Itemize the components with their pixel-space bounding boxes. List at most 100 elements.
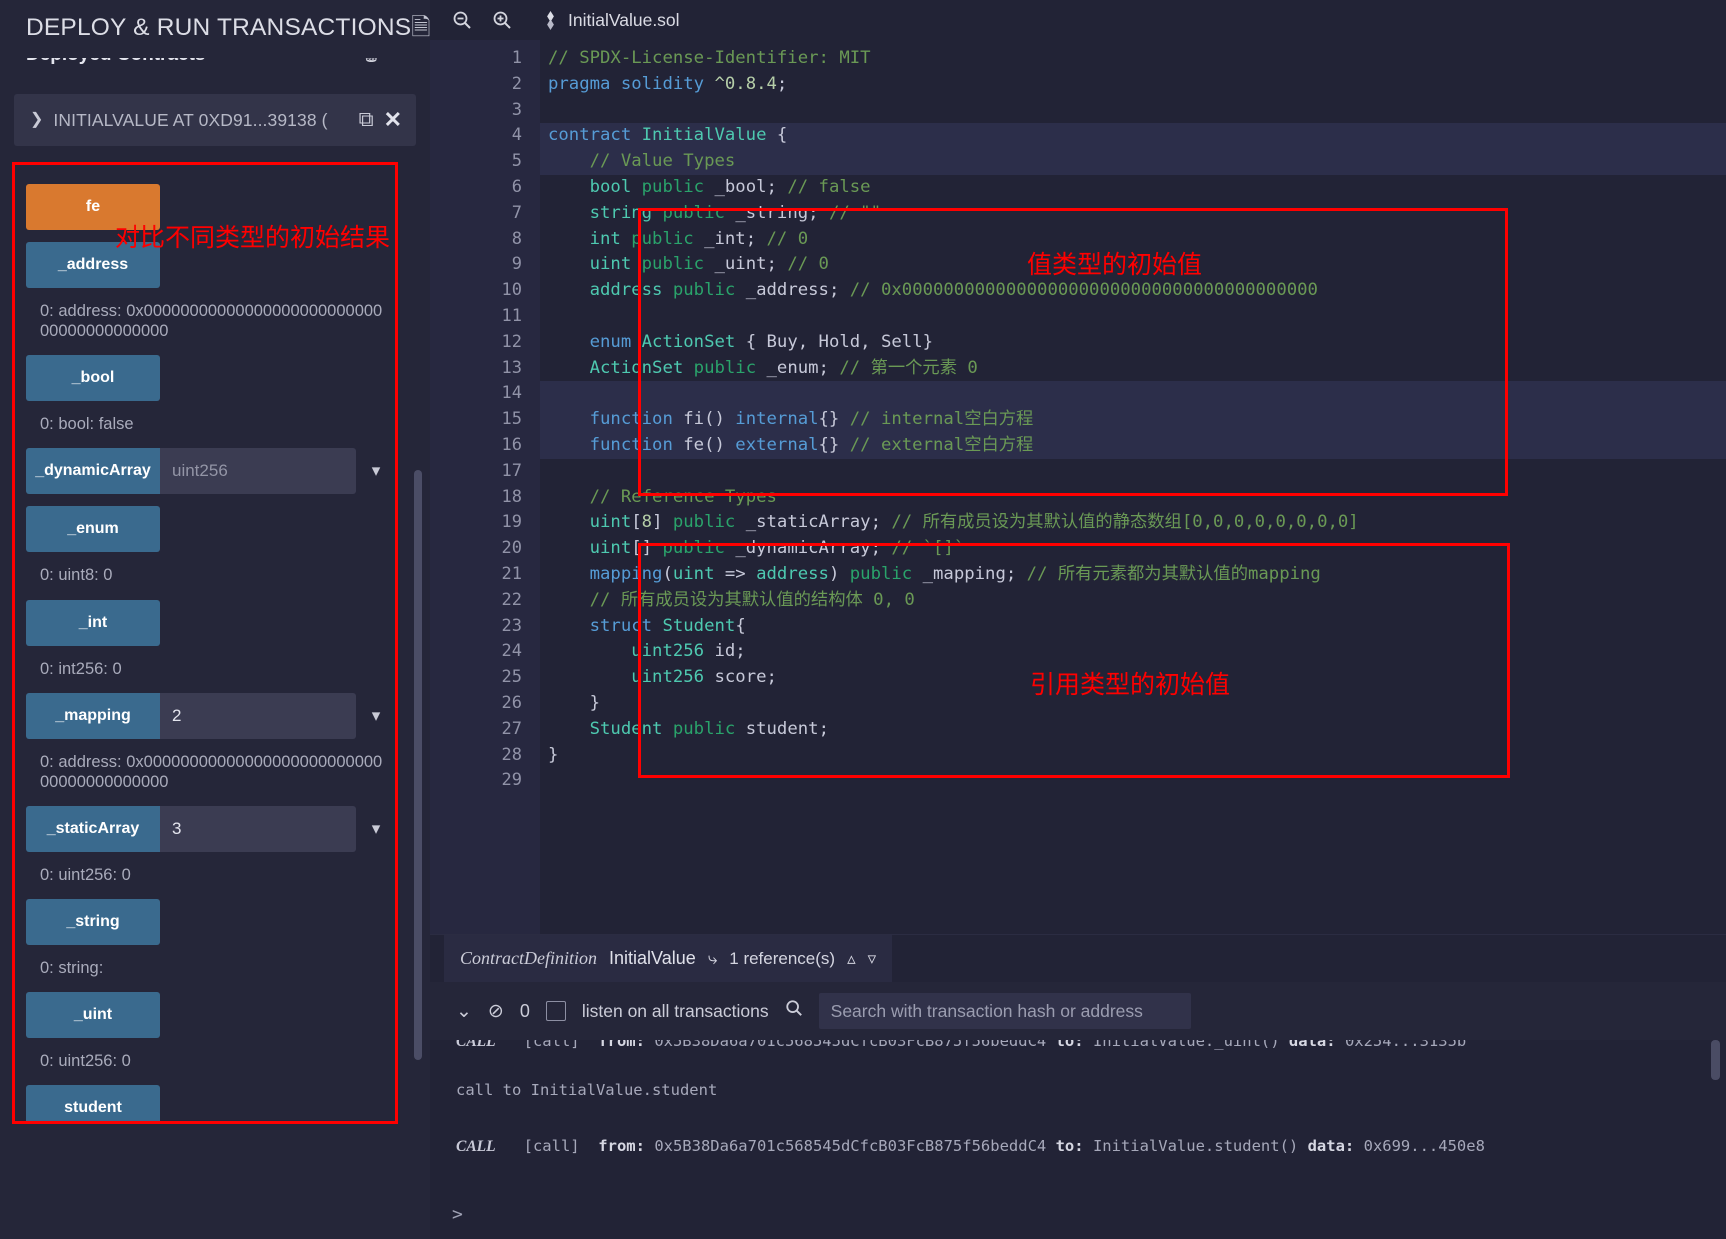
code-line[interactable]: address public _address; // 0x0000000000… <box>540 278 1726 304</box>
function-button-_uint[interactable]: _uint <box>26 992 160 1038</box>
solidity-icon <box>542 11 559 30</box>
code-line[interactable]: struct Student{ <box>540 614 1726 640</box>
terminal-toolbar: ⌄ ⊘ 0 listen on all transactions <box>430 982 1726 1040</box>
line-number: 23 <box>430 614 540 640</box>
code-line[interactable] <box>540 98 1726 124</box>
code-line[interactable]: ActionSet public _enum; // 第一个元素 0 <box>540 356 1726 382</box>
ban-icon[interactable]: ⊘ <box>488 1000 504 1023</box>
tab-initialvalue-sol[interactable]: InitialValue.sol <box>524 0 696 40</box>
function-result: 0: uint8: 0 <box>26 552 386 599</box>
deployed-contract-row[interactable]: ❯ INITIALVALUE AT 0XD91...39138 ( ⧉ ✕ <box>14 94 416 146</box>
terminal-scrollbar[interactable] <box>1711 1040 1720 1080</box>
copy-icon[interactable]: ⧉ <box>359 108 374 132</box>
code-line[interactable]: string public _string; // "" <box>540 201 1726 227</box>
code-line[interactable]: uint[8] public _staticArray; // 所有成员设为其默… <box>540 510 1726 536</box>
line-number: 11 <box>430 304 540 330</box>
function-result: 0: bool: false <box>26 401 386 448</box>
code-line[interactable]: } <box>540 691 1726 717</box>
zoom-out-icon[interactable] <box>444 3 480 37</box>
code-content[interactable]: 值类型的初始值 引用类型的初始值 // SPDX-License-Identif… <box>540 40 1726 934</box>
code-line[interactable]: // SPDX-License-Identifier: MIT <box>540 46 1726 72</box>
panel-scrollbar[interactable] <box>414 470 422 1060</box>
function-input-_dynamicArray[interactable] <box>160 448 356 494</box>
chevron-down-icon[interactable]: ▾ <box>356 693 396 739</box>
function-button-_dynamicArray[interactable]: _dynamicArray <box>26 448 160 494</box>
function-button-_staticArray[interactable]: _staticArray <box>26 806 160 852</box>
arrow-redo-icon[interactable]: ⤷ <box>708 949 718 969</box>
book-icon[interactable]: 🗎 <box>411 16 430 40</box>
chevron-down-icon[interactable]: ▿ <box>868 949 877 969</box>
code-line[interactable]: bool public _bool; // false <box>540 175 1726 201</box>
code-line[interactable] <box>540 768 1726 794</box>
terminal-prompt[interactable]: > <box>452 1204 463 1225</box>
zoom-in-icon[interactable] <box>484 3 520 37</box>
line-number: 12 <box>430 330 540 356</box>
function-row: _bool <box>26 355 398 401</box>
function-button-fe[interactable]: fe <box>26 184 160 230</box>
code-line[interactable]: uint256 score; <box>540 665 1726 691</box>
terminal-log-line: CALL [call] from: 0x5B38Da6a701c568545dC… <box>456 1040 1485 1051</box>
line-number: 8 <box>430 227 540 253</box>
chevron-down-icon[interactable]: ❯ <box>30 112 43 128</box>
chevron-down-icon[interactable]: ▾ <box>356 806 396 852</box>
function-button-_int[interactable]: _int <box>26 600 160 646</box>
code-line[interactable]: pragma solidity ^0.8.4; <box>540 72 1726 98</box>
line-number: 28 <box>430 743 540 769</box>
function-button-_address[interactable]: _address <box>26 242 160 288</box>
code-line[interactable]: int public _int; // 0 <box>540 227 1726 253</box>
function-input-_staticArray[interactable] <box>160 806 356 852</box>
function-result: 0: address: 0x00000000000000000000000000… <box>26 288 386 355</box>
references-count: 1 reference(s) <box>729 949 835 969</box>
function-result: 0: int256: 0 <box>26 646 386 693</box>
transaction-search-input[interactable] <box>819 993 1191 1029</box>
close-icon[interactable]: ✕ <box>384 107 402 133</box>
code-line[interactable]: } <box>540 743 1726 769</box>
definition-info: ContractDefinition InitialValue ⤷ 1 refe… <box>444 935 892 983</box>
code-line[interactable]: contract InitialValue { <box>540 123 1726 149</box>
code-line[interactable]: // Value Types <box>540 149 1726 175</box>
code-line[interactable]: // 所有成员设为其默认值的结构体 0, 0 <box>540 588 1726 614</box>
deployed-contracts-label: Deployed Contracts <box>26 58 205 66</box>
search-icon[interactable] <box>785 999 803 1023</box>
function-row: _mapping ▾ <box>26 693 398 739</box>
function-button-_mapping[interactable]: _mapping <box>26 693 160 739</box>
chevron-up-icon[interactable]: ▵ <box>847 949 856 969</box>
function-input-_mapping[interactable] <box>160 693 356 739</box>
code-line[interactable] <box>540 381 1726 407</box>
pending-count: 0 <box>520 1001 530 1022</box>
line-number: 25 <box>430 665 540 691</box>
line-number: 16 <box>430 433 540 459</box>
listen-all-transactions-checkbox[interactable] <box>546 1001 566 1021</box>
terminal-log-line: CALL [call] from: 0x5B38Da6a701c568545dC… <box>456 1137 1485 1156</box>
terminal-log[interactable]: CALL [call] from: 0x5B38Da6a701c568545dC… <box>430 1040 1726 1239</box>
trash-icon[interactable]: 🗑 <box>360 58 382 64</box>
function-result: 0: string: <box>26 945 386 992</box>
code-line[interactable]: function fe() external{} // external空白方程 <box>540 433 1726 459</box>
line-number: 17 <box>430 459 540 485</box>
function-button-_enum[interactable]: _enum <box>26 506 160 552</box>
code-line[interactable]: uint256 id; <box>540 639 1726 665</box>
function-button-_string[interactable]: _string <box>26 899 160 945</box>
code-line[interactable]: function fi() internal{} // internal空白方程 <box>540 407 1726 433</box>
line-number: 19 <box>430 510 540 536</box>
line-number: 29 <box>430 768 540 794</box>
function-row: student <box>26 1085 398 1124</box>
code-line[interactable]: Student public student; <box>540 717 1726 743</box>
code-line[interactable] <box>540 459 1726 485</box>
line-number: 7 <box>430 201 540 227</box>
spacer <box>26 494 398 506</box>
function-button-_bool[interactable]: _bool <box>26 355 160 401</box>
code-line[interactable]: mapping(uint => address) public _mapping… <box>540 562 1726 588</box>
chevron-down-icon[interactable]: ▾ <box>356 448 396 494</box>
code-line[interactable]: // Reference Types <box>540 485 1726 511</box>
spacer <box>26 230 398 242</box>
function-button-student[interactable]: student <box>26 1085 160 1124</box>
code-editor[interactable]: 1234567891011121314151617181920212223242… <box>430 40 1726 934</box>
code-line[interactable] <box>540 304 1726 330</box>
double-chevron-down-icon[interactable]: ⌄ <box>456 1000 472 1023</box>
function-row: _dynamicArray ▾ <box>26 448 398 494</box>
listen-all-transactions-label: listen on all transactions <box>582 1001 769 1022</box>
code-line[interactable]: uint public _uint; // 0 <box>540 252 1726 278</box>
code-line[interactable]: uint[] public _dynamicArray; // `[]` <box>540 536 1726 562</box>
code-line[interactable]: enum ActionSet { Buy, Hold, Sell} <box>540 330 1726 356</box>
